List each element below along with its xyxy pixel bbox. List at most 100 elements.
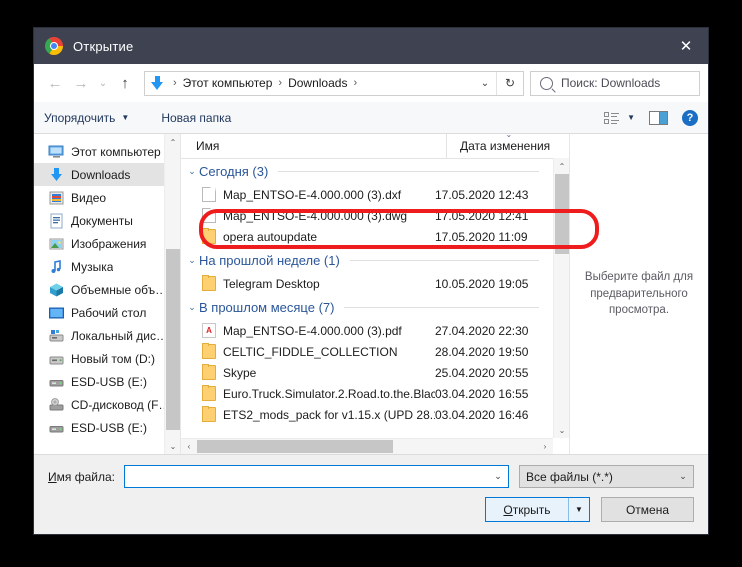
table-row[interactable]: Map_ENTSO-E-4.000.000 (3).dwg 17.05.2020…	[181, 205, 553, 226]
column-header-name[interactable]: Имя	[181, 139, 446, 153]
group-label-last-month: В прошлом месяце (7)	[199, 299, 335, 315]
table-row[interactable]: Map_ENTSO-E-4.000.000 (3).dxf 17.05.2020…	[181, 184, 553, 205]
new-folder-button[interactable]: Новая папка	[161, 111, 231, 125]
sidebar-label-esd-usb-e-2: ESD-USB (E:)	[71, 420, 148, 435]
breadcrumb-item-0[interactable]: Этот компьютер	[182, 76, 274, 90]
close-icon[interactable]: ✕	[664, 28, 708, 64]
downloads-arrow-icon	[151, 76, 164, 90]
horizontal-scroll-thumb[interactable]	[197, 440, 393, 453]
refresh-icon[interactable]: ↻	[496, 71, 523, 95]
filename-row: Имя файла: ⌄ Все файлы (*.*) ⌄	[48, 465, 694, 488]
folder-icon	[202, 228, 216, 244]
cancel-button[interactable]: Отмена	[601, 497, 694, 522]
desktop-icon	[48, 305, 65, 321]
address-bar[interactable]: › Этот компьютер › Downloads › ⌄ ↻	[144, 70, 524, 96]
sidebar-label-desktop: Рабочий стол	[71, 305, 147, 320]
search-input[interactable]: Поиск: Downloads	[530, 70, 700, 96]
group-rule	[349, 259, 539, 261]
up-button[interactable]: ↑	[112, 70, 138, 96]
button-row: Открыть ▼ Отмена	[48, 497, 694, 522]
table-row[interactable]: A Map_ENTSO-E-4.000.000 (3).pdf 27.04.20…	[181, 320, 553, 341]
sidebar-item-downloads[interactable]: Downloads	[34, 163, 180, 186]
filename-label-accel: И	[48, 469, 57, 484]
vertical-scroll-thumb[interactable]	[555, 174, 569, 254]
table-row[interactable]: Euro.Truck.Simulator.2.Road.to.the.Black…	[181, 383, 553, 404]
file-icon	[202, 208, 216, 223]
column-header-date[interactable]: ⌄ Дата изменения	[446, 134, 569, 158]
breadcrumb-item-1[interactable]: Downloads	[287, 76, 348, 90]
file-date: 17.05.2020 12:41	[435, 208, 529, 223]
scroll-down-icon[interactable]: ⌄	[554, 422, 569, 438]
search-icon	[540, 76, 553, 90]
breadcrumb-separator-1[interactable]: ›	[273, 77, 287, 89]
filename-input[interactable]: ⌄	[124, 465, 509, 488]
scroll-up-icon[interactable]: ⌃	[554, 158, 569, 174]
drive-icon	[48, 328, 65, 344]
filetype-select[interactable]: Все файлы (*.*) ⌄	[519, 465, 694, 488]
group-header-last-month[interactable]: ⌄ В прошлом месяце (7)	[181, 294, 553, 320]
navigation-list: Этот компьютер Downloads Видео Документы…	[34, 134, 180, 439]
sidebar-item-cd-drive-f[interactable]: CD-дисковод (F…	[34, 393, 180, 416]
group-rule	[344, 306, 539, 308]
chevron-down-icon[interactable]: ⌄	[488, 471, 508, 482]
sidebar-item-local-disk[interactable]: Локальный дис…	[34, 324, 180, 347]
file-date: 28.04.2020 19:50	[435, 344, 529, 359]
address-dropdown-icon[interactable]: ⌄	[474, 72, 496, 95]
organize-button[interactable]: Упорядочить ▼	[44, 111, 129, 125]
scroll-right-icon[interactable]: ›	[537, 439, 553, 454]
sidebar-item-music[interactable]: Музыка	[34, 255, 180, 278]
open-dropdown-icon[interactable]: ▼	[568, 498, 589, 521]
sidebar-scroll-down-icon[interactable]: ⌄	[165, 438, 180, 454]
group-header-last-week[interactable]: ⌄ На прошлой неделе (1)	[181, 247, 553, 273]
forward-button[interactable]: →	[68, 70, 94, 96]
view-options-chevron-icon[interactable]: ▼	[627, 113, 635, 122]
sidebar-item-new-volume-d[interactable]: Новый том (D:)	[34, 347, 180, 370]
table-row[interactable]: CELTIC_FIDDLE_COLLECTION 28.04.2020 19:5…	[181, 341, 553, 362]
navigation-pane: Этот компьютер Downloads Видео Документы…	[34, 134, 180, 454]
table-row[interactable]: opera autoupdate 17.05.2020 11:09	[181, 226, 553, 247]
scroll-left-icon[interactable]: ‹	[181, 439, 197, 454]
help-icon[interactable]: ?	[682, 109, 698, 126]
chevron-down-icon[interactable]: ⌄	[185, 166, 199, 177]
sidebar-scrollbar[interactable]: ⌃ ⌄	[164, 134, 180, 454]
sidebar-item-this-pc[interactable]: Этот компьютер	[34, 140, 180, 163]
list-view-icon[interactable]	[604, 111, 620, 124]
file-name: Map_ENTSO-E-4.000.000 (3).dwg	[223, 208, 408, 223]
table-row[interactable]: Skype 25.04.2020 20:55	[181, 362, 553, 383]
sidebar-item-3d-objects[interactable]: Объемные объ…	[34, 278, 180, 301]
sidebar-item-desktop[interactable]: Рабочий стол	[34, 301, 180, 324]
sidebar-item-esd-usb-e-2[interactable]: ESD-USB (E:)	[34, 416, 180, 439]
sidebar-item-videos[interactable]: Видео	[34, 186, 180, 209]
sidebar-label-pictures: Изображения	[71, 236, 147, 251]
sidebar-scroll-thumb[interactable]	[166, 249, 180, 430]
file-name: ETS2_mods_pack for v1.15.x (UPD 28.12...…	[223, 407, 435, 422]
file-rows: ⌄ Сегодня (3) Map_ENTSO-E-4.000.000 (3).…	[181, 158, 553, 438]
file-list-vertical-scrollbar[interactable]: ⌃ ⌄	[553, 158, 569, 438]
chevron-down-icon: ⌄	[679, 471, 687, 481]
recent-locations-button[interactable]: ⌄	[94, 70, 112, 96]
sort-indicator-icon: ⌄	[505, 134, 513, 139]
new-folder-label: Новая папка	[161, 110, 232, 125]
sidebar-item-documents[interactable]: Документы	[34, 209, 180, 232]
sidebar-scroll-up-icon[interactable]: ⌃	[165, 134, 180, 150]
table-row[interactable]: ETS2_mods_pack for v1.15.x (UPD 28.12...…	[181, 404, 553, 425]
folder-icon	[202, 364, 216, 380]
open-button[interactable]: Открыть ▼	[485, 497, 590, 522]
sidebar-item-esd-usb-e[interactable]: ESD-USB (E:)	[34, 370, 180, 393]
breadcrumb-separator-2[interactable]: ›	[348, 77, 362, 89]
column-header-row: Имя ⌄ Дата изменения	[181, 134, 569, 159]
documents-icon	[48, 213, 65, 229]
pictures-icon	[48, 236, 65, 252]
back-button[interactable]: ←	[42, 70, 68, 96]
table-row[interactable]: Telegram Desktop 10.05.2020 19:05	[181, 273, 553, 294]
downloads-icon	[48, 167, 65, 183]
file-list-horizontal-scrollbar[interactable]: ‹ ›	[181, 438, 553, 454]
file-date: 03.04.2020 16:55	[435, 386, 529, 401]
preview-pane-icon[interactable]	[649, 110, 668, 125]
screen: Открытие ✕ ← → ⌄ ↑ › Этот компьютер › Do…	[0, 0, 742, 567]
chevron-down-icon[interactable]: ⌄	[185, 302, 199, 313]
sidebar-item-pictures[interactable]: Изображения	[34, 232, 180, 255]
group-header-today[interactable]: ⌄ Сегодня (3)	[181, 158, 553, 184]
chevron-down-icon[interactable]: ⌄	[185, 255, 199, 266]
chevron-down-icon: ▼	[121, 113, 130, 122]
